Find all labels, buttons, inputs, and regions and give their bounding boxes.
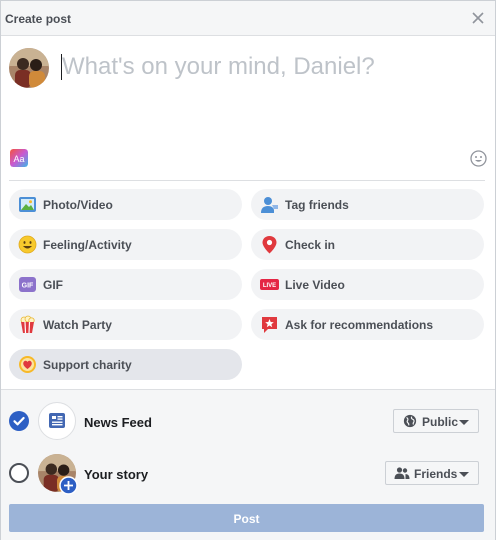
news-feed-privacy-select[interactable]: Public (393, 409, 479, 433)
ask-recommendations-label: Ask for recommendations (285, 318, 434, 332)
smiley-icon (18, 235, 37, 254)
post-text-input[interactable]: What's on your mind, Daniel? (59, 51, 479, 85)
news-feed-label: News Feed (84, 415, 152, 430)
chevron-down-icon (459, 472, 469, 477)
friends-icon (394, 467, 410, 479)
photo-video-label: Photo/Video (43, 198, 113, 212)
live-video-button[interactable]: LIVE Live Video (251, 269, 484, 300)
close-icon[interactable] (470, 10, 486, 26)
chevron-down-icon (459, 420, 469, 425)
post-button-label: Post (233, 512, 260, 526)
news-feed-icon (38, 402, 76, 440)
live-video-label: Live Video (285, 278, 345, 292)
popcorn-icon (20, 315, 35, 334)
support-charity-button[interactable]: Support charity (9, 349, 242, 380)
tag-friends-icon (261, 197, 278, 213)
recommendation-star-icon (262, 317, 277, 333)
text-format-icon[interactable]: Aa (10, 149, 28, 167)
gif-label: GIF (43, 278, 63, 292)
photo-icon (19, 197, 36, 212)
gif-button[interactable]: GIF GIF (9, 269, 242, 300)
your-story-label: Your story (84, 467, 149, 482)
svg-text:Aa: Aa (13, 154, 24, 164)
live-video-icon: LIVE (260, 279, 279, 290)
photo-video-button[interactable]: Photo/Video (9, 189, 242, 220)
dialog-header: Create post (1, 1, 495, 36)
feeling-activity-label: Feeling/Activity (43, 238, 132, 252)
charity-heart-icon (19, 356, 36, 373)
divider (9, 180, 485, 181)
dialog-title: Create post (5, 12, 72, 26)
gif-icon-text: GIF (22, 283, 34, 290)
location-pin-icon (262, 236, 277, 254)
your-story-privacy-select[interactable]: Friends (385, 461, 479, 485)
composer-placeholder: What's on your mind, Daniel? (62, 53, 375, 80)
news-feed-checkbox[interactable] (9, 411, 29, 431)
create-post-dialog: Create post What's on your mind, Daniel? (0, 0, 496, 540)
add-story-plus-icon (59, 476, 78, 495)
watch-party-button[interactable]: Watch Party (9, 309, 242, 340)
check-in-label: Check in (285, 238, 336, 252)
post-button[interactable]: Post (9, 504, 484, 532)
checkmark-icon (13, 416, 25, 426)
news-feed-privacy-label: Public (422, 415, 459, 429)
feeling-activity-button[interactable]: Feeling/Activity (9, 229, 242, 260)
ask-recommendations-button[interactable]: Ask for recommendations (251, 309, 484, 340)
live-icon-text: LIVE (263, 283, 276, 289)
support-charity-label: Support charity (43, 358, 132, 372)
check-in-button[interactable]: Check in (251, 229, 484, 260)
emoji-icon[interactable] (470, 150, 487, 167)
your-story-checkbox[interactable] (9, 463, 29, 483)
tag-friends-button[interactable]: Tag friends (251, 189, 484, 220)
gif-icon: GIF (19, 277, 36, 292)
your-story-avatar (38, 454, 78, 495)
tag-friends-label: Tag friends (285, 198, 349, 212)
globe-icon (403, 414, 417, 428)
avatar (9, 48, 49, 88)
your-story-privacy-label: Friends (414, 467, 458, 481)
watch-party-label: Watch Party (43, 318, 112, 332)
